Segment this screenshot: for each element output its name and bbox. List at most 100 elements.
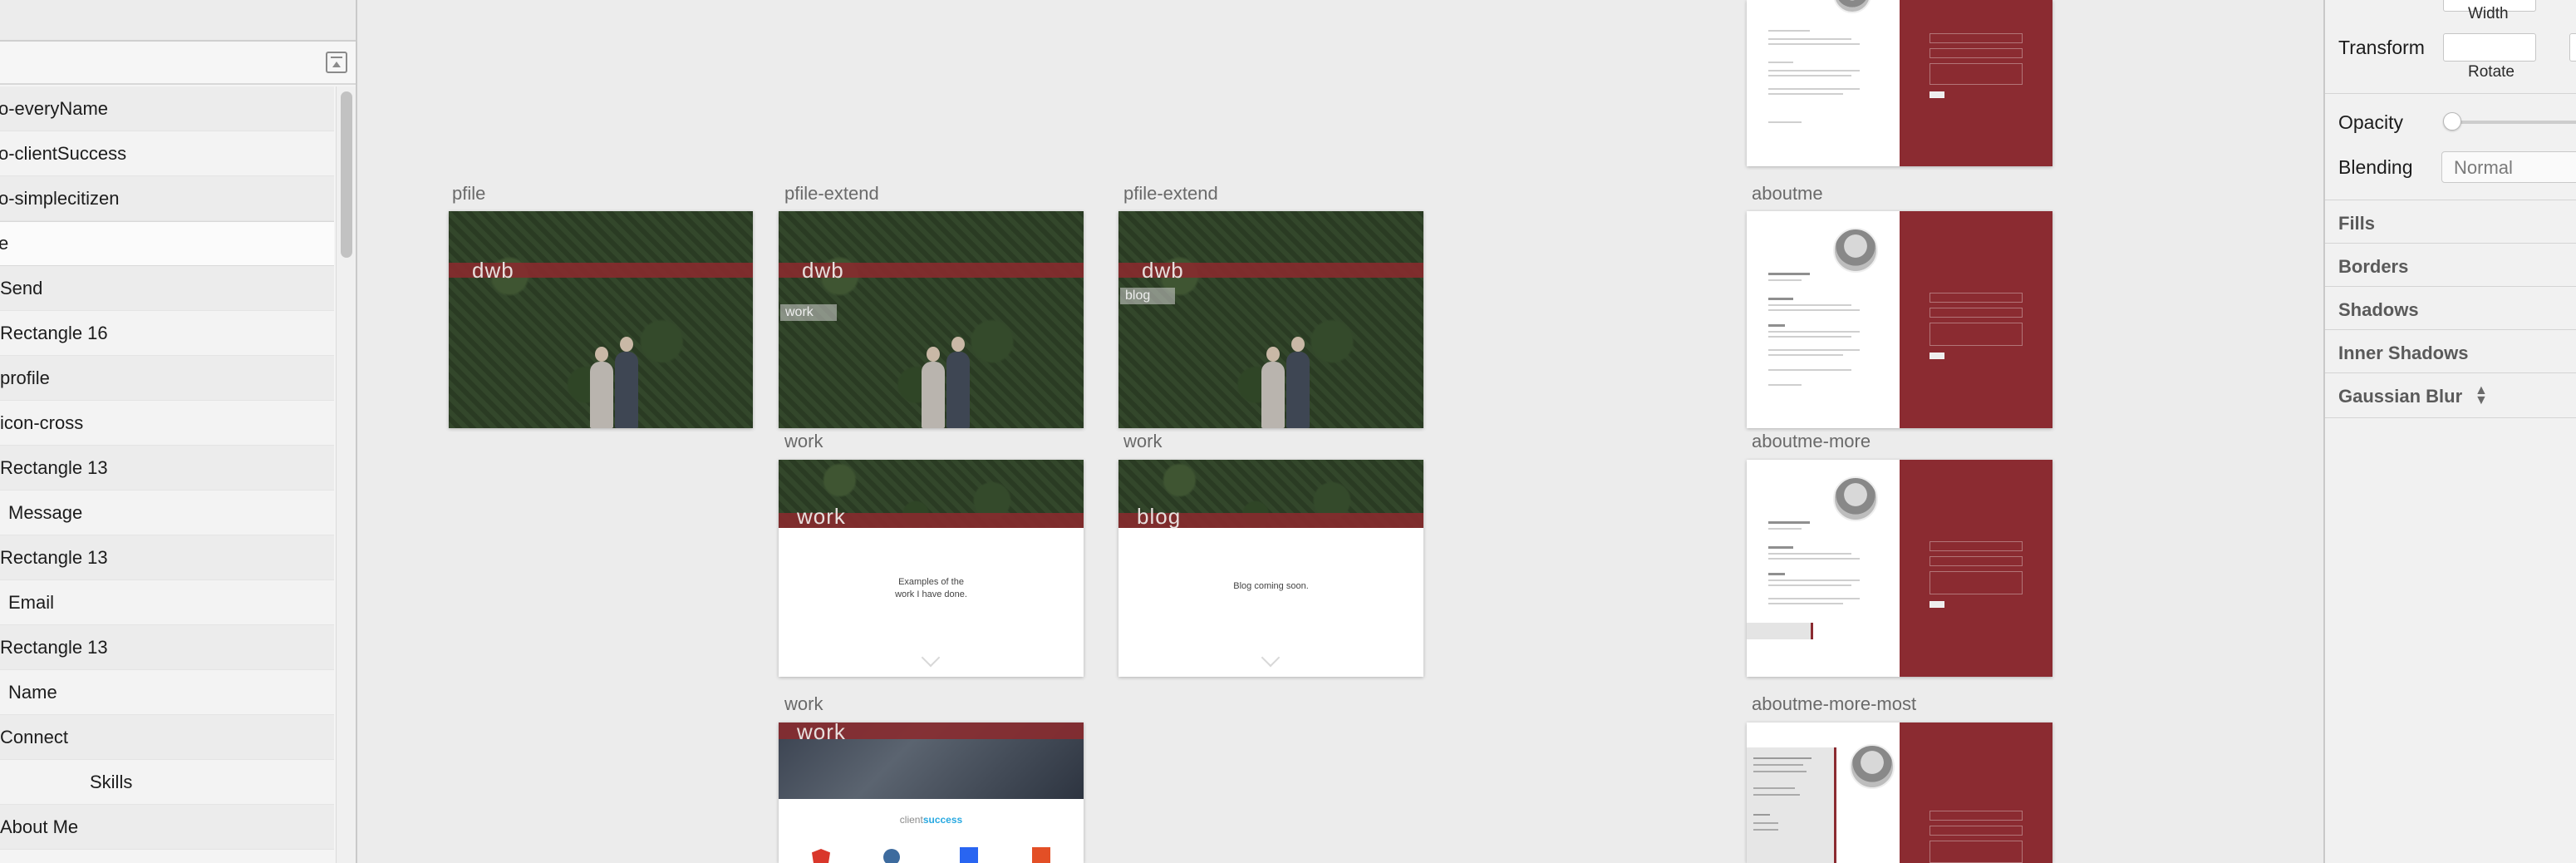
artboard-aboutme-more[interactable] <box>1747 460 2052 677</box>
person-figure <box>590 347 613 428</box>
layer-label: Rectangle 16 <box>0 322 108 343</box>
text-line <box>1768 121 1802 123</box>
layer-row[interactable]: Rectangle 13 <box>0 446 334 491</box>
layer-label: Connect <box>0 726 68 747</box>
canvas[interactable]: pfile dwb pfile-extend dwb work pfile-ex… <box>359 0 2323 863</box>
layer-row-selected[interactable]: e <box>0 221 334 266</box>
text-line <box>1768 369 1851 371</box>
send-button <box>1930 601 1944 608</box>
artboard-work[interactable]: work Examples of the work I have done. <box>779 460 1084 677</box>
avatar <box>1833 476 1878 521</box>
artboard-pfile-extend-work[interactable]: dwb work <box>779 211 1084 428</box>
text-line <box>1768 546 1793 549</box>
nav-tag: work <box>780 304 837 321</box>
contact-panel <box>1900 211 2052 428</box>
layers-panel-header <box>0 0 356 42</box>
blog-caption: Blog coming soon. <box>1233 581 1309 591</box>
layer-row[interactable]: o-clientSuccess <box>0 131 334 176</box>
opacity-slider-knob[interactable] <box>2443 112 2461 131</box>
artboard-label[interactable]: work <box>784 693 823 715</box>
text-line <box>1768 273 1810 275</box>
artboard-label[interactable]: pfile <box>452 183 485 205</box>
layer-row[interactable]: Rectangle 13 <box>0 535 334 580</box>
layer-row[interactable]: o-simplecitizen <box>0 176 334 221</box>
scrollbar-thumb[interactable] <box>341 91 352 258</box>
gaussian-blur-section[interactable]: Gaussian Blur <box>2338 386 2462 407</box>
text-line <box>1768 331 1860 333</box>
client-logo: clientsuccess <box>779 814 1084 826</box>
section-title: blog <box>1137 504 1182 529</box>
shadows-section[interactable]: Shadows <box>2338 299 2419 321</box>
artboard-label[interactable]: aboutme-more-most <box>1752 693 1916 715</box>
contact-field <box>1930 63 2023 85</box>
artboard-blog[interactable]: blog Blog coming soon. <box>1118 460 1423 677</box>
person-figure <box>615 337 638 428</box>
artboard-label[interactable]: aboutme-more <box>1752 431 1871 452</box>
artboard-label[interactable]: work <box>784 431 823 452</box>
opacity-slider[interactable] <box>2448 121 2576 124</box>
text-line <box>1768 558 1860 560</box>
layer-row[interactable]: Rectangle 13 <box>0 625 334 670</box>
updown-arrows-icon[interactable]: ▲ ▼ <box>2475 384 2488 407</box>
layer-row[interactable]: Rectangle 16 <box>0 311 334 356</box>
collapse-icon[interactable] <box>326 52 347 73</box>
layer-label: o-simplecitizen <box>0 187 120 209</box>
layers-scrollbar[interactable] <box>336 86 356 863</box>
layer-label: Email <box>8 591 55 613</box>
css3-icon <box>960 847 978 863</box>
text-line <box>1768 43 1860 45</box>
artboard-pfile-extend-blog[interactable]: dwb blog <box>1118 211 1423 428</box>
layer-row[interactable]: Email <box>0 580 334 625</box>
transform-label: Transform <box>2338 37 2425 58</box>
text-line <box>1753 757 1812 759</box>
artboard-label[interactable]: pfile-extend <box>1123 183 1218 205</box>
divider <box>2325 93 2576 94</box>
divider <box>2325 372 2576 373</box>
text-line <box>1768 62 1793 63</box>
blending-select[interactable]: Normal <box>2441 151 2576 183</box>
text-line <box>1768 30 1810 32</box>
text-line <box>1753 787 1795 789</box>
artboard-label[interactable]: pfile-extend <box>784 183 879 205</box>
artboard-aboutme-more-most[interactable] <box>1747 722 2052 863</box>
layer-label: Skills <box>90 771 133 792</box>
inner-shadows-section[interactable]: Inner Shadows <box>2338 343 2468 364</box>
layer-row[interactable]: Message <box>0 491 334 535</box>
skills-drawer <box>1747 747 1836 863</box>
caption-line: work I have done. <box>895 589 967 599</box>
layer-row[interactable]: Connect <box>0 715 334 760</box>
layer-row[interactable]: Name <box>0 670 334 715</box>
layer-row[interactable]: icon-cross <box>0 401 334 446</box>
layer-row[interactable]: profile <box>0 356 334 401</box>
text-line <box>1768 553 1851 555</box>
layer-label: icon-cross <box>0 412 84 433</box>
layer-row[interactable]: o-everyName <box>0 86 334 131</box>
layer-row[interactable]: Skills <box>0 760 334 805</box>
layer-label: Send <box>0 277 43 298</box>
artboard-work-projects[interactable]: work clientsuccess <box>779 722 1084 863</box>
rotate-input[interactable] <box>2443 33 2536 62</box>
text-line <box>1753 764 1803 766</box>
flip-input[interactable] <box>2569 33 2576 62</box>
layer-row[interactable]: About Me <box>0 805 334 850</box>
wordpress-icon <box>883 849 900 863</box>
artboard-aboutme-top[interactable] <box>1747 0 2052 166</box>
artboard-label[interactable]: work <box>1123 431 1162 452</box>
artboard-aboutme[interactable] <box>1747 211 2052 428</box>
text-line <box>1768 349 1860 351</box>
contact-panel <box>1900 0 2052 166</box>
layer-row[interactable]: Send <box>0 266 334 311</box>
layer-label: Rectangle 13 <box>0 546 108 568</box>
layer-label: About Me <box>0 816 79 837</box>
contact-panel <box>1900 722 2052 863</box>
layer-label: Name <box>8 681 57 703</box>
artboard-pfile[interactable]: dwb <box>449 211 753 428</box>
divider <box>2325 417 2576 418</box>
fills-section[interactable]: Fills <box>2338 213 2375 234</box>
text-line <box>1768 598 1860 599</box>
contact-field <box>1930 308 2023 318</box>
text-line <box>1768 603 1843 604</box>
artboard-label[interactable]: aboutme <box>1752 183 1823 205</box>
borders-section[interactable]: Borders <box>2338 256 2408 278</box>
avatar <box>1833 0 1871 13</box>
